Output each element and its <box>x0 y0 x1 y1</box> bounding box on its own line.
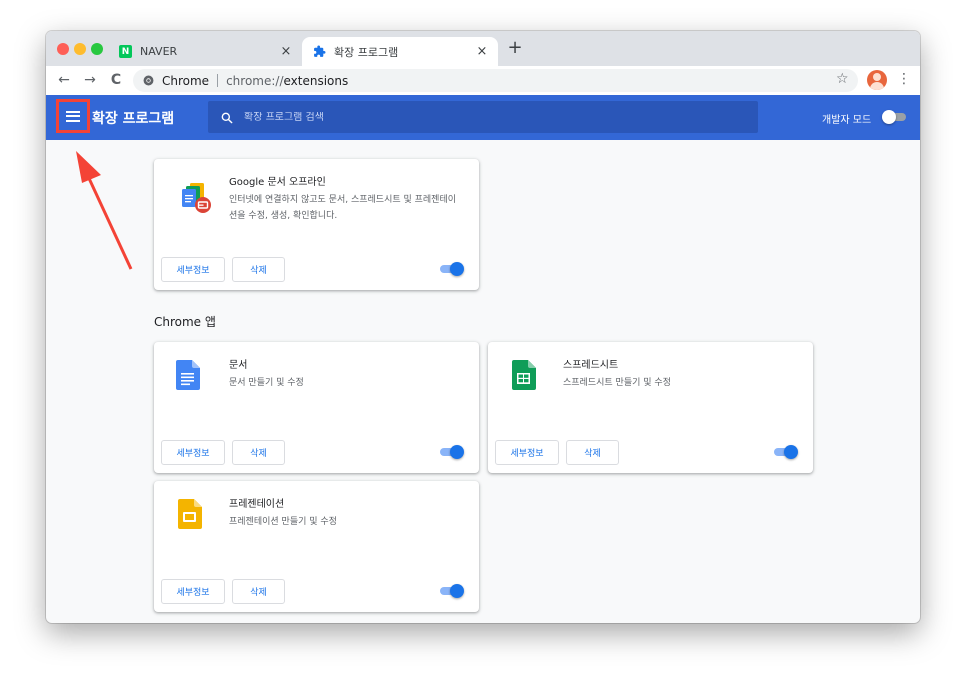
dev-mode-label: 개발자 모드 <box>822 115 872 126</box>
close-tab-icon[interactable]: × <box>472 44 492 59</box>
details-button[interactable]: 세부정보 <box>495 440 559 465</box>
app-card: 문서 문서 만들기 및 수정 세부정보 삭제 <box>154 342 479 473</box>
search-icon <box>220 110 234 124</box>
profile-avatar[interactable] <box>867 70 887 90</box>
remove-button[interactable]: 삭제 <box>566 440 619 465</box>
address-bar[interactable]: Chrome chrome://extensions <box>133 69 858 92</box>
close-tab-icon[interactable]: × <box>276 44 296 59</box>
omnibox-site: Chrome <box>162 73 210 88</box>
extension-card: Google 문서 오프라인 인터넷에 연결하지 않고도 문서, 스프레드시트 … <box>154 159 479 290</box>
back-icon[interactable]: ← <box>55 71 73 89</box>
app-description: 프레젠테이션 만들기 및 수정 <box>229 517 337 527</box>
search-input[interactable] <box>244 111 724 123</box>
app-enable-toggle[interactable] <box>438 445 464 459</box>
dev-mode-toggle[interactable] <box>882 110 908 124</box>
app-enable-toggle[interactable] <box>772 445 798 459</box>
extension-name: Google 문서 오프라인 <box>229 177 326 188</box>
bookmark-star-icon[interactable]: ☆ <box>836 71 849 87</box>
tab-bar: N NAVER × 확장 프로그램 × + <box>46 31 920 66</box>
browser-window: N NAVER × 확장 프로그램 × + ← → C Chrome chrom… <box>46 31 920 623</box>
page-title: 확장 프로그램 <box>92 111 175 127</box>
section-title-chrome-apps: Chrome 앱 <box>154 315 216 329</box>
app-name: 스프레드시트 <box>563 360 619 371</box>
url-path: extensions <box>283 73 349 88</box>
extension-enable-toggle[interactable] <box>438 262 464 276</box>
slides-icon <box>178 499 218 539</box>
remove-button[interactable]: 삭제 <box>232 579 285 604</box>
toolbar: ← → C Chrome chrome://extensions ☆ ⋮ <box>46 66 920 95</box>
naver-icon: N <box>119 45 132 58</box>
puzzle-icon <box>313 45 326 58</box>
chrome-menu-icon[interactable]: ⋮ <box>897 71 911 87</box>
sheets-icon <box>512 360 552 400</box>
extensions-header: 확장 프로그램 개발자 모드 <box>46 95 920 140</box>
app-name: 문서 <box>229 360 248 371</box>
app-description: 문서 만들기 및 수정 <box>229 378 304 388</box>
remove-button[interactable]: 삭제 <box>232 257 285 282</box>
close-window-button[interactable] <box>57 43 69 55</box>
new-tab-button[interactable]: + <box>507 39 523 57</box>
url-prefix: chrome:// <box>226 73 284 88</box>
details-button[interactable]: 세부정보 <box>161 579 225 604</box>
extension-description: 인터넷에 연결하지 않고도 문서, 스프레드시트 및 프레젠테이션을 수정, 생… <box>229 195 457 221</box>
minimize-window-button[interactable] <box>74 43 86 55</box>
tab-title: NAVER <box>140 45 178 58</box>
app-card: 프레젠테이션 프레젠테이션 만들기 및 수정 세부정보 삭제 <box>154 481 479 612</box>
google-docs-offline-icon <box>176 178 216 218</box>
tab-title: 확장 프로그램 <box>334 45 399 59</box>
maximize-window-button[interactable] <box>91 43 103 55</box>
omnibox-url: chrome://extensions <box>226 74 348 88</box>
reload-icon[interactable]: C <box>107 71 125 89</box>
app-name: 프레젠테이션 <box>229 499 285 510</box>
tab-naver[interactable]: N NAVER × <box>108 37 302 66</box>
omnibox-divider <box>217 74 219 87</box>
details-button[interactable]: 세부정보 <box>161 440 225 465</box>
details-button[interactable]: 세부정보 <box>161 257 225 282</box>
remove-button[interactable]: 삭제 <box>232 440 285 465</box>
tab-extensions[interactable]: 확장 프로그램 × <box>302 37 498 66</box>
app-description: 스프레드시트 만들기 및 수정 <box>563 378 671 388</box>
red-arrow <box>76 151 133 270</box>
menu-icon <box>66 110 80 122</box>
forward-icon[interactable]: → <box>81 71 99 89</box>
app-card: 스프레드시트 스프레드시트 만들기 및 수정 세부정보 삭제 <box>488 342 813 473</box>
docs-icon <box>176 360 216 400</box>
search-box[interactable] <box>208 101 758 133</box>
chrome-logo-icon <box>143 75 154 86</box>
app-enable-toggle[interactable] <box>438 584 464 598</box>
hamburger-menu-button[interactable] <box>56 99 90 133</box>
